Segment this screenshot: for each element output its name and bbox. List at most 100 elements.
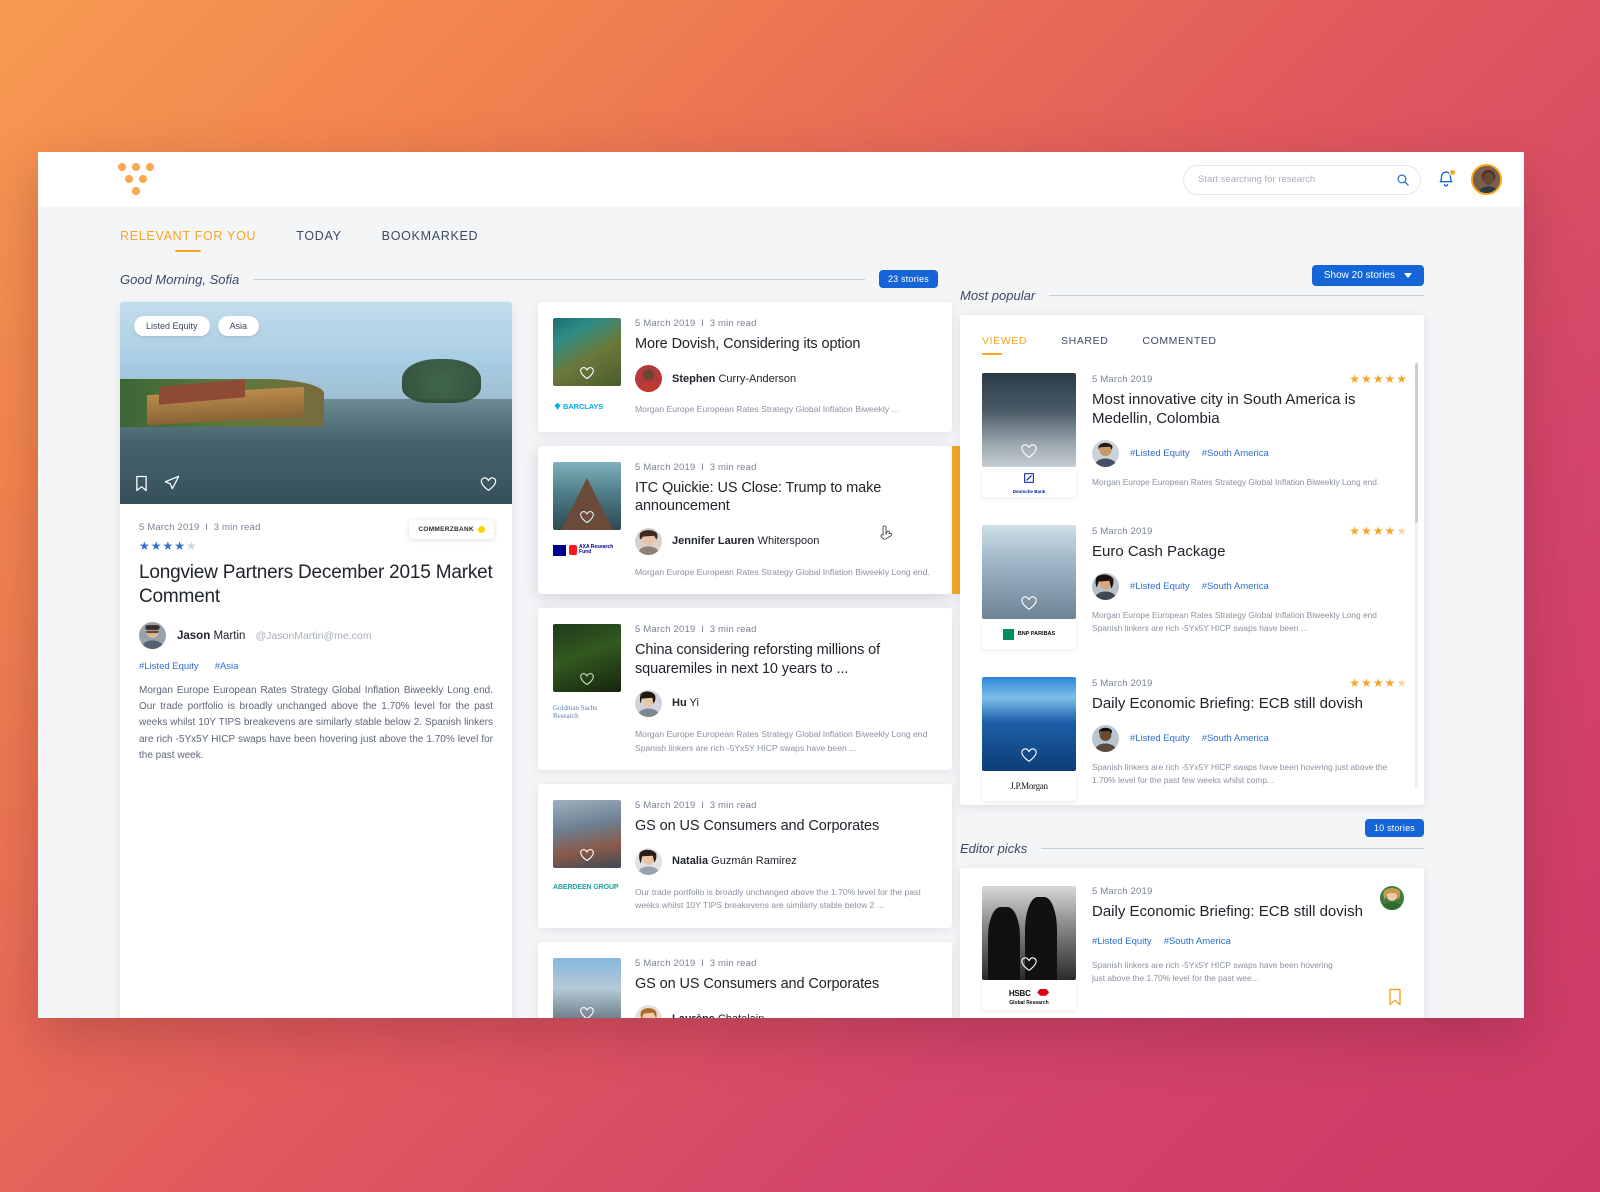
popular-excerpt: Spanish linkers are rich -5Yx5Y HICP swa…	[1092, 761, 1388, 786]
hashtag-listed-equity[interactable]: #Listed Equity	[1130, 448, 1190, 459]
heart-icon[interactable]	[1021, 443, 1038, 459]
editor-pick-main: 5 March 2019 Daily Economic Briefing: EC…	[1092, 886, 1404, 1010]
search-icon[interactable]	[1396, 173, 1410, 187]
featured-article-card[interactable]: Listed Equity Asia COMMERZBANK 5 March 2…	[120, 302, 512, 1018]
editor-pick-item[interactable]: HSBC Global Research 5 March 2019 Daily …	[960, 868, 1424, 1018]
feed-read-time: 3 min read	[709, 318, 757, 329]
panel-scrollbar-track[interactable]	[1415, 363, 1418, 789]
featured-title[interactable]: Longview Partners December 2015 Market C…	[139, 561, 493, 608]
popular-item-main: 5 March 2019 ★★★★★ Most innovative city …	[1092, 373, 1408, 497]
feed-meta: 5 March 2019 I 3 min read	[635, 318, 934, 329]
popular-title[interactable]: Daily Economic Briefing: ECB still dovis…	[1092, 695, 1408, 714]
popular-thumbnail	[982, 677, 1076, 771]
feed-author[interactable]: Hu Yi	[635, 689, 934, 717]
bookmark-icon[interactable]	[135, 475, 148, 492]
feed-title[interactable]: GS on US Consumers and Corporates	[635, 975, 934, 993]
feed-card[interactable]: Goldman Sachs Research 5 March 2019 I 3 …	[538, 608, 952, 771]
popular-list-item[interactable]: Deutsche Bank 5 March 2019 ★★★★★ Most in…	[982, 361, 1408, 513]
publisher-name: AXA Research Fund	[579, 544, 614, 556]
search-input[interactable]	[1198, 174, 1396, 185]
popular-title[interactable]: Euro Cash Package	[1092, 543, 1408, 562]
hashtag-listed-equity[interactable]: #Listed Equity	[1130, 733, 1190, 744]
featured-author[interactable]: Jason Martin @JasonMartin@me.com	[139, 622, 493, 650]
hashtag-listed-equity[interactable]: #Listed Equity	[1130, 581, 1190, 592]
publisher-badge-commerzbank: COMMERZBANK	[409, 520, 494, 539]
feed-author[interactable]: Natalia Guzmán Ramirez	[635, 847, 934, 875]
feed-card[interactable]: AXA Research Fund 5 March 2019 I 3 min r…	[538, 446, 990, 595]
bookmark-icon[interactable]	[1388, 988, 1402, 1006]
hashtag-south-america[interactable]: #South America	[1202, 581, 1269, 592]
feed-title[interactable]: GS on US Consumers and Corporates	[635, 817, 934, 835]
show-stories-dropdown[interactable]: Show 20 stories	[1311, 265, 1424, 286]
tab-relevant-for-you[interactable]: RELEVANT FOR YOU	[120, 229, 256, 252]
heart-icon[interactable]	[580, 510, 595, 524]
hashtag-asia[interactable]: #Asia	[215, 661, 239, 672]
author-first-name: Hu	[672, 697, 687, 710]
greeting-text: Good Morning, Sofia	[120, 271, 240, 287]
featured-article-image: Listed Equity Asia	[120, 302, 512, 504]
editor-pick-title[interactable]: Daily Economic Briefing: ECB still dovis…	[1092, 903, 1382, 922]
popular-title[interactable]: Most innovative city in South America is…	[1092, 391, 1408, 429]
heart-icon[interactable]	[580, 848, 595, 862]
mouse-cursor	[880, 525, 893, 540]
hashtag-listed-equity[interactable]: #Listed Equity	[139, 661, 199, 672]
feed-card[interactable]: ABERDEEN GROUP 5 March 2019 I 3 min read…	[538, 784, 952, 929]
editor-avatar[interactable]	[1380, 886, 1404, 910]
feed-card[interactable]: BARCLAYS 5 March 2019 I 3 min read More …	[538, 302, 952, 433]
share-icon[interactable]	[164, 475, 180, 491]
featured-article-body: COMMERZBANK 5 March 2019 I 3 min read ★★…	[120, 504, 512, 786]
heart-icon[interactable]	[1021, 595, 1038, 611]
popular-meta-row: #Listed Equity #South America	[1092, 724, 1408, 752]
feed-card[interactable]: BlackRock 5 March 2019 I 3 min read GS o…	[538, 942, 952, 1018]
heart-icon[interactable]	[580, 366, 595, 380]
author-last-name: Martin	[213, 629, 246, 642]
tab-commented[interactable]: COMMENTED	[1142, 335, 1216, 355]
editor-picks-count-badge[interactable]: 10 stories	[1364, 819, 1424, 837]
tag-asia[interactable]: Asia	[217, 316, 260, 336]
content-area: Good Morning, Sofia 23 stories Listed Eq…	[38, 252, 1524, 1018]
hashtag-south-america[interactable]: #South America	[1164, 936, 1231, 947]
heart-icon[interactable]	[1021, 747, 1038, 763]
search-box[interactable]	[1183, 164, 1421, 195]
article-feed: BARCLAYS 5 March 2019 I 3 min read More …	[538, 302, 990, 1018]
notification-dot	[1449, 168, 1456, 176]
feed-title[interactable]: More Dovish, Considering its option	[635, 335, 934, 353]
notification-bell-icon[interactable]	[1437, 168, 1456, 190]
feed-title[interactable]: China considering reforsting millions of…	[635, 641, 934, 678]
publisher-name: BARCLAYS	[563, 401, 604, 411]
greeting-header: Good Morning, Sofia 23 stories	[120, 270, 938, 288]
feed-card-main: 5 March 2019 I 3 min read ITC Quickie: U…	[635, 462, 934, 579]
hashtag-south-america[interactable]: #South America	[1202, 448, 1269, 459]
feed-title[interactable]: ITC Quickie: US Close: Trump to make ann…	[635, 479, 934, 516]
feed-author[interactable]: Laurène Chatelain	[635, 1005, 934, 1018]
feed-thumb-wrap: BARCLAYS	[553, 318, 621, 417]
popular-list-item[interactable]: J.P.Morgan 5 March 2019 ★★★★★ Daily Econ…	[982, 665, 1408, 805]
heart-icon[interactable]	[580, 672, 595, 686]
hashtag-south-america[interactable]: #South America	[1202, 733, 1269, 744]
feed-author[interactable]: Stephen Curry-Anderson	[635, 365, 934, 393]
stories-count-badge[interactable]: 23 stories	[878, 270, 938, 288]
heart-icon[interactable]	[1021, 956, 1038, 972]
panel-scrollbar-thumb[interactable]	[1415, 363, 1418, 523]
popular-hashtags: #Listed Equity #South America	[1130, 733, 1269, 744]
tag-listed-equity[interactable]: Listed Equity	[134, 316, 210, 336]
heart-icon[interactable]	[580, 1006, 595, 1018]
featured-hashtags: #Listed Equity #Asia	[139, 661, 493, 672]
hashtag-listed-equity[interactable]: #Listed Equity	[1092, 936, 1152, 947]
tab-viewed[interactable]: VIEWED	[982, 335, 1027, 355]
tab-bookmarked[interactable]: BOOKMARKED	[382, 229, 479, 252]
user-avatar[interactable]	[1471, 164, 1502, 195]
most-popular-header: Most popular	[960, 288, 1424, 303]
feed-date: 5 March 2019	[635, 462, 696, 474]
tab-today[interactable]: TODAY	[296, 229, 341, 252]
heart-icon[interactable]	[480, 476, 497, 492]
feed-date: 5 March 2019	[635, 800, 696, 812]
author-last-name: Yi	[689, 697, 699, 710]
popular-list-item[interactable]: BNP PARIBAS 5 March 2019 ★★★★★ Euro Cash…	[982, 513, 1408, 665]
dots-logo[interactable]	[118, 162, 160, 197]
feed-read-time: 3 min read	[709, 462, 757, 474]
main-nav-tabs: RELEVANT FOR YOU TODAY BOOKMARKED	[38, 207, 1524, 252]
tab-shared[interactable]: SHARED	[1061, 335, 1108, 355]
divider	[253, 278, 865, 280]
author-avatar	[1092, 724, 1119, 752]
